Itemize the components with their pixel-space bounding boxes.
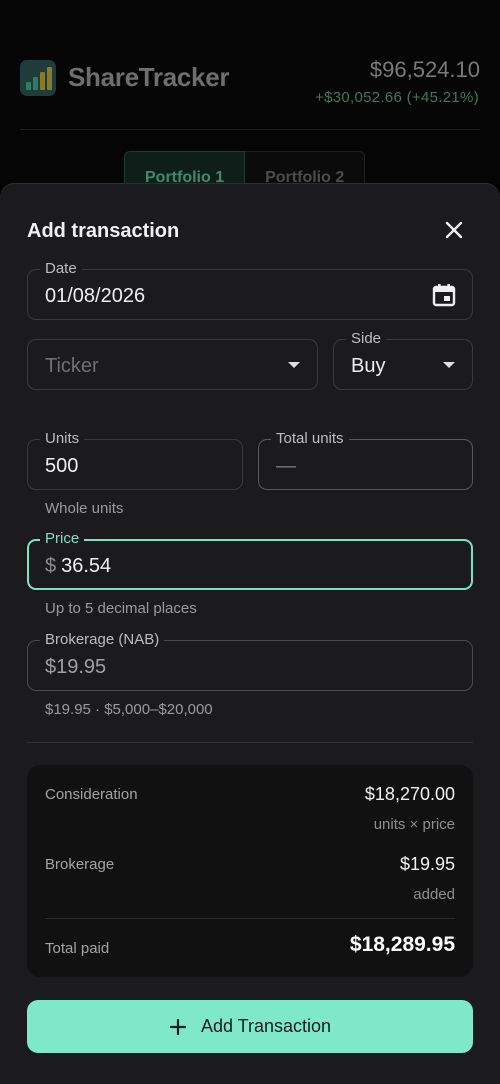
units-field[interactable]: Units 500 [27,430,243,490]
close-icon [445,221,463,239]
currency-prefix: $ [45,555,57,577]
transaction-summary: Consideration $18,270.00 units × price B… [27,765,473,977]
side-select[interactable]: Side Buy [333,330,473,390]
plus-icon [169,1018,187,1035]
date-value: 01/08/2026 [45,285,146,307]
units-value: 500 [45,455,79,477]
ticker-select[interactable]: Ticker [27,339,318,390]
add-transaction-sheet: Add transaction Date 01/08/2026 Ticker S… [0,183,500,1084]
app-header: ShareTracker $96,524.10 +$30,052.66 (+45… [0,0,500,201]
total-paid-value: $18,289.95 [349,933,455,956]
brokerage-summary-label: Brokerage [45,856,115,873]
brokerage-label: Brokerage (NAB) [40,631,165,649]
total-units-value: — [276,455,296,477]
section-divider [27,742,473,743]
price-field[interactable]: Price $36.54 [27,530,473,590]
price-helper: Up to 5 decimal places [45,600,197,617]
consideration-label: Consideration [45,786,138,803]
total-units-field: Total units — [258,430,473,490]
date-label: Date [40,260,82,278]
total-units-label: Total units [271,430,349,448]
units-helper: Whole units [45,500,124,517]
portfolio-total-value: $96,524.10 [369,57,480,82]
total-paid-label: Total paid [45,940,110,957]
calendar-icon[interactable] [431,282,457,308]
add-transaction-label: Add Transaction [200,1016,332,1036]
side-value: Buy [351,355,386,377]
app-logo-icon [20,60,56,96]
close-button[interactable] [441,217,467,243]
brokerage-field[interactable]: Brokerage (NAB) $19.95 [27,631,473,691]
price-value: 36.54 [61,555,112,577]
brokerage-value: $19.95 [45,656,107,678]
add-transaction-button[interactable]: Add Transaction [27,1000,473,1053]
brokerage-helper: $19.95 · $5,000–$20,000 [45,701,213,718]
app-name: ShareTracker [68,62,230,92]
side-label: Side [346,330,387,348]
ticker-placeholder: Ticker [45,355,99,377]
brokerage-summary-sub: added [413,886,455,903]
price-label: Price [40,530,85,548]
chevron-down-icon [443,362,455,368]
brokerage-summary-value: $19.95 [399,854,455,874]
portfolio-total-change: +$30,052.66 (+45.21%) [315,89,479,106]
summary-divider [45,918,455,919]
units-label: Units [40,430,85,448]
header-divider [20,129,480,130]
chevron-down-icon [288,362,300,368]
date-field[interactable]: Date 01/08/2026 [27,260,473,320]
consideration-value: $18,270.00 [364,784,455,804]
consideration-sub: units × price [373,816,455,833]
sheet-title: Add transaction [27,220,180,242]
